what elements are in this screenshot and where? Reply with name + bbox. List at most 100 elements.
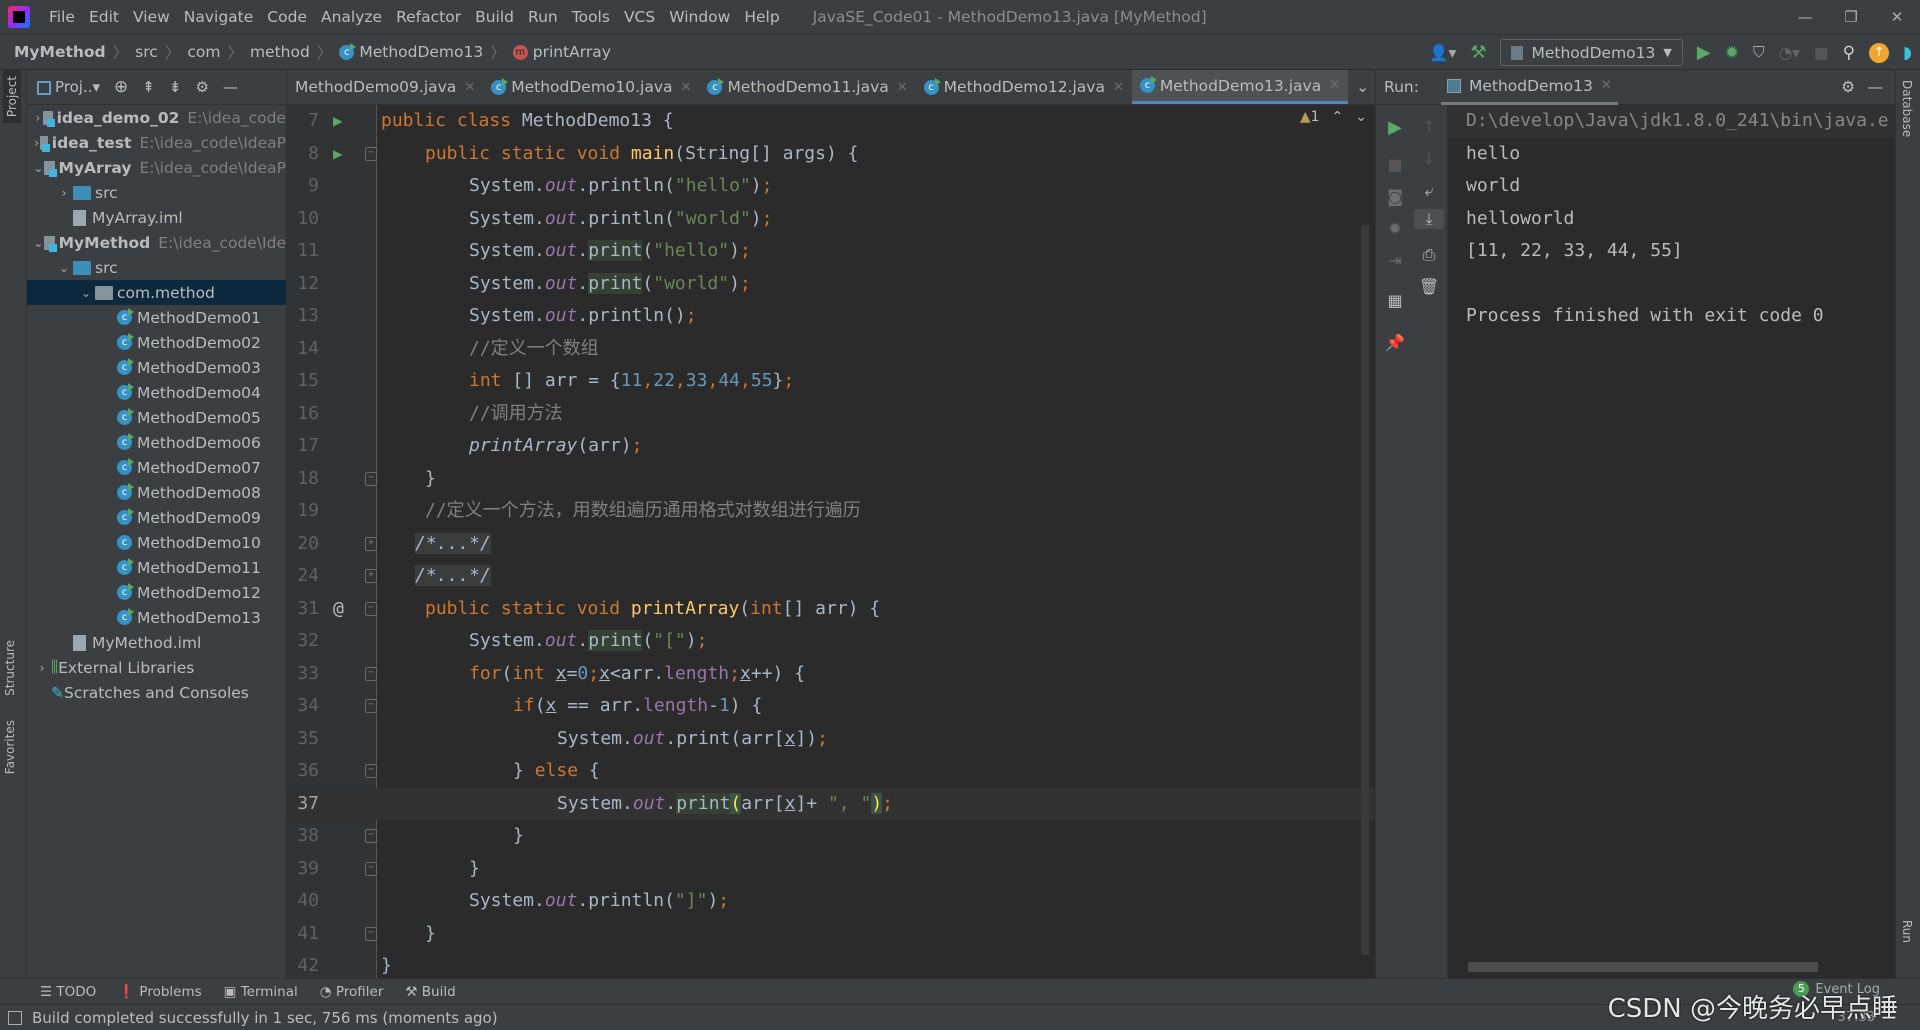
user-icon[interactable]: 👤▾	[1429, 44, 1456, 62]
expand-all-icon[interactable]: ⇞	[142, 78, 155, 96]
run-configuration-select[interactable]: MethodDemo13 ▼	[1500, 39, 1683, 66]
prev-highlight-icon[interactable]: ⌃	[1332, 109, 1344, 125]
tree-item[interactable]: ✎ Scratches and Consoles	[27, 680, 286, 705]
close-tab-icon[interactable]: ✕	[464, 80, 475, 95]
editor-scrollbar[interactable]	[1361, 225, 1369, 955]
expand-arrow-icon[interactable]: ›	[33, 111, 43, 125]
fold-collapse-icon[interactable]: −	[365, 764, 377, 778]
menu-window[interactable]: Window	[662, 8, 737, 26]
down-arrow-icon[interactable]: ↓	[1414, 149, 1444, 168]
breadcrumb-com[interactable]: com	[187, 43, 220, 61]
fold-expand-icon[interactable]: +	[365, 536, 377, 551]
coverage-icon[interactable]: ⛉	[1753, 43, 1765, 62]
debug-icon[interactable]: ✹	[1380, 219, 1410, 238]
problems-tool-button[interactable]: ❗ Problems	[118, 984, 201, 1000]
up-arrow-icon[interactable]: ↑	[1414, 117, 1444, 136]
fold-collapse-icon[interactable]: −	[365, 601, 377, 616]
fold-collapse-icon[interactable]: −	[365, 926, 377, 941]
menu-tools[interactable]: Tools	[565, 8, 617, 26]
restore-layout-icon[interactable]: ⇥	[1380, 251, 1410, 270]
tree-item[interactable]: ⌄ com.method	[27, 280, 286, 305]
expand-arrow-icon[interactable]: ›	[55, 186, 73, 200]
editor-tab[interactable]: c MethodDemo13.java ✕	[1131, 70, 1349, 104]
tree-item[interactable]: ⌄ MyMethod E:\idea_code\Ide	[27, 230, 286, 255]
tree-item[interactable]: ⌄ MyArray E:\idea_code\IdeaP	[27, 155, 286, 180]
favorites-tool-tab[interactable]: Favorites	[3, 720, 17, 774]
tree-item[interactable]: c MethodDemo06	[27, 430, 286, 455]
locate-icon[interactable]: ⊕	[114, 77, 128, 97]
run-gutter-icon[interactable]: ▶	[333, 105, 343, 138]
fold-collapse-icon[interactable]: −	[365, 471, 377, 486]
console-output[interactable]: D:\develop\Java\jdk1.8.0_241\bin\java.e h…	[1447, 105, 1895, 978]
close-tab-icon[interactable]: ✕	[897, 80, 908, 95]
fold-collapse-icon[interactable]: −	[365, 829, 377, 843]
menu-file[interactable]: File	[42, 8, 82, 26]
editor-tab[interactable]: MethodDemo09.java ✕	[287, 70, 483, 104]
debug-icon[interactable]: ✹	[1725, 43, 1739, 63]
run-tab[interactable]: MethodDemo13 ✕	[1440, 70, 1618, 105]
tree-item[interactable]: › src	[27, 180, 286, 205]
rerun-icon[interactable]: ▶	[1380, 117, 1410, 138]
menu-edit[interactable]: Edit	[82, 8, 126, 26]
project-view-select[interactable]: Proj..▾	[37, 78, 100, 96]
expand-arrow-icon[interactable]: ⌄	[77, 286, 95, 300]
structure-tool-tab[interactable]: Structure	[3, 640, 17, 696]
profiler-tool-button[interactable]: ◔ Profiler	[320, 984, 384, 1000]
print-icon[interactable]: ⎙	[1414, 245, 1444, 265]
tree-item[interactable]: c MethodDemo10	[27, 530, 286, 555]
todo-tool-button[interactable]: ☰ TODO	[40, 984, 96, 1000]
console-scrollbar[interactable]	[1468, 962, 1818, 972]
breadcrumb-member[interactable]: m printArray	[512, 43, 611, 61]
scroll-to-end-icon[interactable]: ⤓	[1414, 209, 1444, 229]
menu-code[interactable]: Code	[260, 8, 314, 26]
tree-item[interactable]: c MethodDemo03	[27, 355, 286, 380]
tree-item[interactable]: › idea_test E:\idea_code\IdeaP	[27, 130, 286, 155]
breadcrumb-method[interactable]: method	[250, 43, 310, 61]
close-tab-icon[interactable]: ✕	[1329, 78, 1340, 93]
profiler-icon[interactable]: ◔▾	[1779, 44, 1800, 62]
expand-arrow-icon[interactable]: ⌄	[55, 261, 73, 275]
editor-tab[interactable]: c MethodDemo12.java ✕	[916, 70, 1132, 104]
menu-view[interactable]: View	[126, 8, 177, 26]
breadcrumb-project[interactable]: MyMethod	[14, 43, 106, 61]
inspection-widget[interactable]: ▲1 ⌃ ⌄	[1300, 109, 1367, 125]
close-tab-icon[interactable]: ✕	[681, 80, 692, 95]
menu-help[interactable]: Help	[737, 8, 786, 26]
tree-item[interactable]: c MethodDemo04	[27, 380, 286, 405]
menu-run[interactable]: Run	[521, 8, 565, 26]
tree-item[interactable]: ⌄ src	[27, 255, 286, 280]
expand-arrow-icon[interactable]: ›	[33, 136, 40, 150]
editor-tab[interactable]: c MethodDemo11.java ✕	[699, 70, 915, 104]
tree-item[interactable]: c MethodDemo01	[27, 305, 286, 330]
tree-item[interactable]: c MethodDemo05	[27, 405, 286, 430]
tree-item[interactable]: › idea_demo_02 E:\idea_code	[27, 105, 286, 130]
code-editor[interactable]: 7 ▶ public class MethodDemo13 {8 ▶ − public s…	[287, 105, 1375, 978]
expand-arrow-icon[interactable]: ⌄	[33, 161, 44, 175]
stop-icon[interactable]: ■	[1380, 155, 1410, 174]
collapse-all-icon[interactable]: ⇟	[169, 78, 182, 96]
tree-item[interactable]: c MethodDemo02	[27, 330, 286, 355]
plugin-icon[interactable]: ◗	[1903, 43, 1912, 63]
expand-arrow-icon[interactable]: ›	[33, 661, 51, 675]
usages-gutter-icon[interactable]: @	[333, 593, 344, 626]
tree-item[interactable]: c MethodDemo07	[27, 455, 286, 480]
menu-build[interactable]: Build	[468, 8, 521, 26]
gear-icon[interactable]: ⚙	[1841, 78, 1855, 96]
close-button[interactable]: ✕	[1874, 0, 1920, 35]
menu-analyze[interactable]: Analyze	[314, 8, 389, 26]
menu-refactor[interactable]: Refactor	[389, 8, 468, 26]
fold-expand-icon[interactable]: +	[365, 569, 377, 583]
layout-icon[interactable]: ▦	[1380, 291, 1410, 310]
trash-icon[interactable]: 🗑	[1414, 277, 1444, 296]
run-gutter-icon[interactable]: ▶	[333, 138, 343, 171]
close-tab-icon[interactable]: ✕	[1113, 80, 1124, 95]
menu-vcs[interactable]: VCS	[617, 8, 662, 26]
tab-overflow-button[interactable]: ⌄	[1348, 70, 1377, 104]
breadcrumb-class[interactable]: c MethodDemo13	[339, 42, 483, 61]
search-icon[interactable]: ⚲	[1843, 43, 1855, 63]
menu-navigate[interactable]: Navigate	[177, 8, 261, 26]
tree-item[interactable]: MyMethod.iml	[27, 630, 286, 655]
database-tool-tab[interactable]: Database	[1900, 80, 1914, 137]
breadcrumb-src[interactable]: src	[135, 43, 158, 61]
status-message[interactable]: Build completed successfully in 1 sec, 7…	[32, 1009, 498, 1027]
